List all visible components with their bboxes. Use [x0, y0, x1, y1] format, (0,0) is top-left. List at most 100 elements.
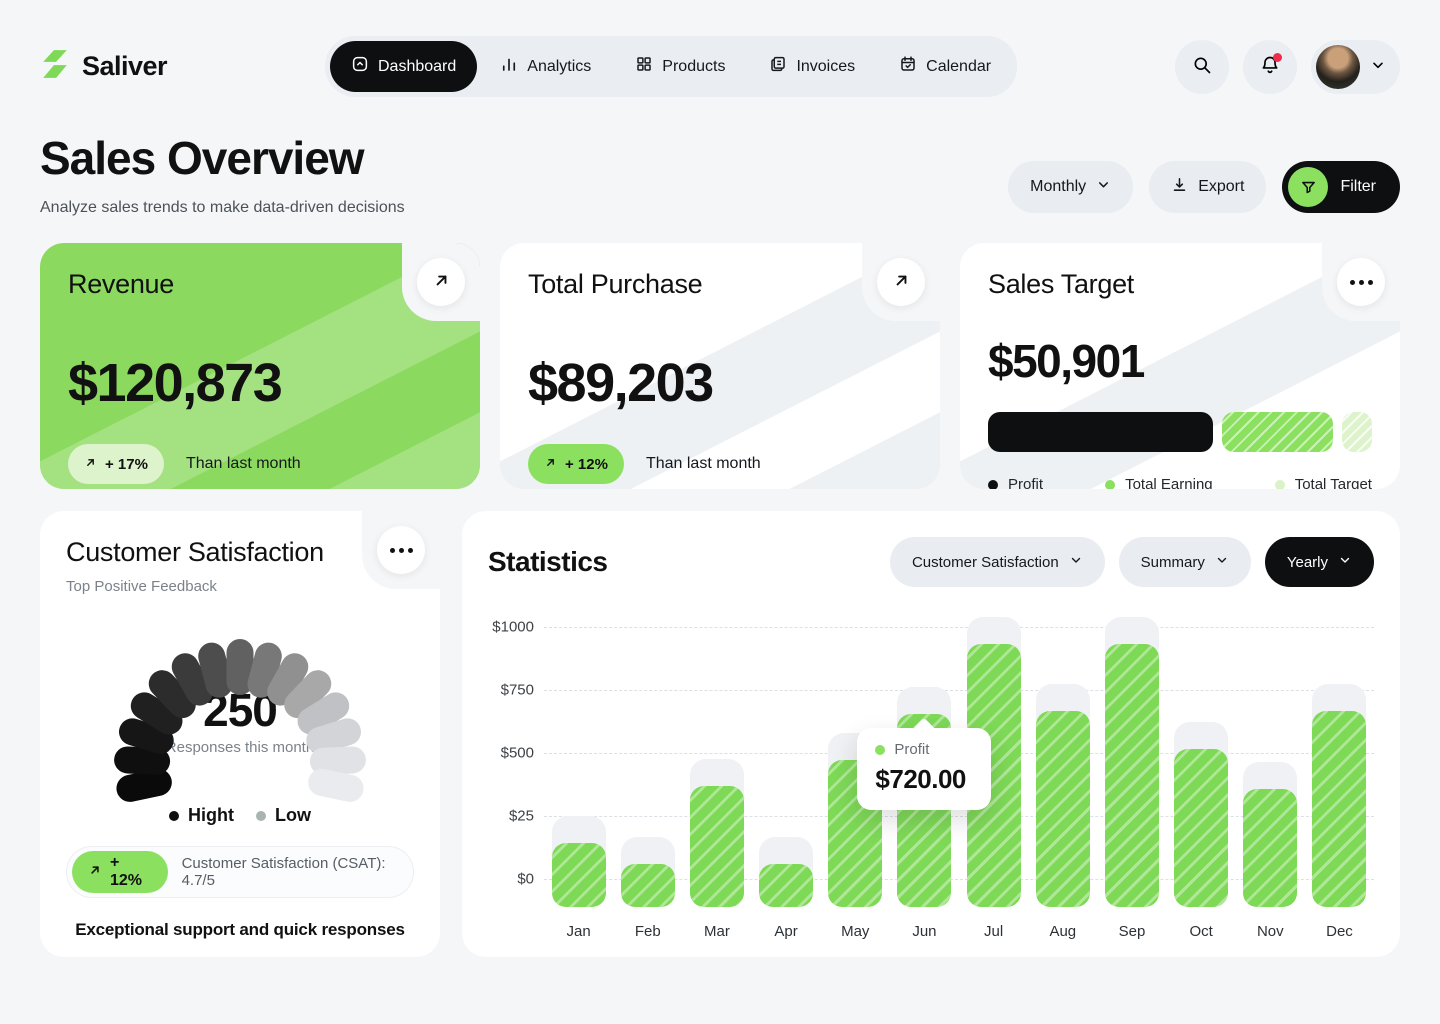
bar-column	[752, 617, 821, 907]
avatar	[1316, 45, 1360, 89]
sales-target-value: $50,901	[988, 334, 1372, 388]
satisfaction-menu-button[interactable]	[377, 526, 425, 574]
chevron-down-icon	[1069, 553, 1083, 571]
legend-label: Profit	[1008, 476, 1043, 489]
arrow-up-right-icon	[544, 456, 557, 473]
export-button[interactable]: Export	[1149, 161, 1266, 213]
legend-label: Hight	[188, 805, 234, 826]
bar-nov[interactable]	[1243, 789, 1297, 907]
y-axis-label: $1000	[492, 619, 534, 636]
tab-label: Products	[662, 58, 725, 76]
tab-products[interactable]: Products	[614, 41, 746, 92]
sales-target-card: Sales Target $50,901 Profit Total Earnin…	[960, 243, 1400, 489]
notifications-button[interactable]	[1243, 40, 1297, 94]
bar-aug[interactable]	[1036, 711, 1090, 907]
sales-target-menu-button[interactable]	[1337, 258, 1385, 306]
tab-label: Analytics	[527, 58, 591, 76]
logo-text: Saliver	[82, 51, 167, 82]
change-badge: + 12%	[528, 444, 624, 484]
tab-label: Dashboard	[378, 58, 456, 76]
change-value: + 17%	[105, 456, 148, 473]
progress-segment-total-target	[1342, 412, 1373, 452]
bar-jan[interactable]	[552, 843, 606, 907]
kpi-cards: Revenue $120,873 + 17% Than last month	[40, 243, 1400, 489]
metric-select[interactable]: Customer Satisfaction	[890, 537, 1105, 587]
arrow-up-right-icon	[892, 271, 911, 293]
month-label: Jul	[959, 923, 1028, 940]
csat-summary: + 12% Customer Satisfaction (CSAT): 4.7/…	[66, 846, 414, 898]
statistics-filters: Customer Satisfaction Summary Yearly	[890, 537, 1374, 587]
y-axis: $1000$750$500$25$0	[488, 617, 544, 907]
export-label: Export	[1198, 178, 1244, 196]
revenue-value: $120,873	[68, 352, 452, 414]
y-axis-label: $0	[517, 871, 534, 888]
legend-label: Total Target	[1295, 476, 1372, 489]
bar-column	[1167, 617, 1236, 907]
arrow-up-right-icon	[84, 456, 97, 473]
period-select[interactable]: Monthly	[1008, 161, 1133, 213]
topbar-actions	[1175, 40, 1400, 94]
legend-dot	[988, 480, 998, 490]
page-title: Sales Overview	[40, 131, 405, 185]
document-icon	[769, 55, 787, 78]
chart-plot: Profit $720.00	[544, 617, 1374, 907]
tab-dashboard[interactable]: Dashboard	[330, 41, 477, 92]
main-nav: Dashboard Analytics Products Invoices	[325, 36, 1017, 97]
view-select[interactable]: Summary	[1119, 537, 1251, 587]
profile-menu[interactable]	[1311, 40, 1400, 94]
month-label: Feb	[613, 923, 682, 940]
arrow-up-right-icon	[88, 863, 102, 882]
progress-segment-profit	[988, 412, 1213, 452]
month-label: Aug	[1028, 923, 1097, 940]
legend-item: Profit	[988, 476, 1043, 489]
open-total-purchase-button[interactable]	[877, 258, 925, 306]
month-label: Nov	[1236, 923, 1305, 940]
change-badge: + 17%	[68, 444, 164, 484]
month-label: Jan	[544, 923, 613, 940]
page-subtitle: Analyze sales trends to make data-driven…	[40, 199, 405, 217]
target-progress	[988, 412, 1372, 452]
tab-analytics[interactable]: Analytics	[479, 41, 612, 92]
total-purchase-value: $89,203	[528, 352, 912, 414]
customer-satisfaction-card: Customer Satisfaction Top Positive Feedb…	[40, 511, 440, 957]
filter-button[interactable]: Filter	[1282, 161, 1400, 213]
change-value: + 12%	[565, 456, 608, 473]
progress-segment-total-earning	[1222, 412, 1333, 452]
range-select[interactable]: Yearly	[1265, 537, 1374, 587]
month-label: Apr	[752, 923, 821, 940]
tab-calendar[interactable]: Calendar	[878, 41, 1012, 92]
bar-feb[interactable]	[621, 864, 675, 907]
bar-apr[interactable]	[759, 864, 813, 907]
card-title: Revenue	[68, 269, 452, 300]
legend-item: Total Target	[1275, 476, 1372, 489]
card-subtitle: Top Positive Feedback	[66, 578, 414, 595]
tooltip-label: Profit	[894, 741, 929, 758]
bar-column	[682, 617, 751, 907]
header-actions: Monthly Export Filter	[1008, 161, 1400, 217]
open-revenue-button[interactable]	[417, 258, 465, 306]
search-button[interactable]	[1175, 40, 1229, 94]
month-label: Jun	[890, 923, 959, 940]
tab-label: Calendar	[926, 58, 991, 76]
topbar: Saliver Dashboard Analytics Products	[40, 36, 1400, 97]
ellipsis-icon	[390, 548, 413, 553]
card-title: Total Purchase	[528, 269, 912, 300]
legend-dot	[256, 811, 266, 821]
bar-mar[interactable]	[690, 786, 744, 907]
card-notch	[402, 243, 480, 321]
chevron-down-icon	[1096, 177, 1111, 197]
bottom-row: Customer Satisfaction Top Positive Feedb…	[40, 511, 1400, 957]
bar-column	[544, 617, 613, 907]
dashboard-page: Saliver Dashboard Analytics Products	[0, 0, 1440, 1024]
legend-dot	[1275, 480, 1285, 490]
satisfaction-gauge: 250 Responses this month	[66, 597, 414, 805]
bar-column	[613, 617, 682, 907]
bar-sep[interactable]	[1105, 644, 1159, 907]
page-header: Sales Overview Analyze sales trends to m…	[40, 131, 1400, 217]
tab-invoices[interactable]: Invoices	[748, 41, 876, 92]
bar-oct[interactable]	[1174, 749, 1228, 907]
logo[interactable]: Saliver	[40, 49, 167, 84]
bar-dec[interactable]	[1312, 711, 1366, 907]
chevron-down-icon	[1370, 57, 1386, 76]
bar-column	[1028, 617, 1097, 907]
